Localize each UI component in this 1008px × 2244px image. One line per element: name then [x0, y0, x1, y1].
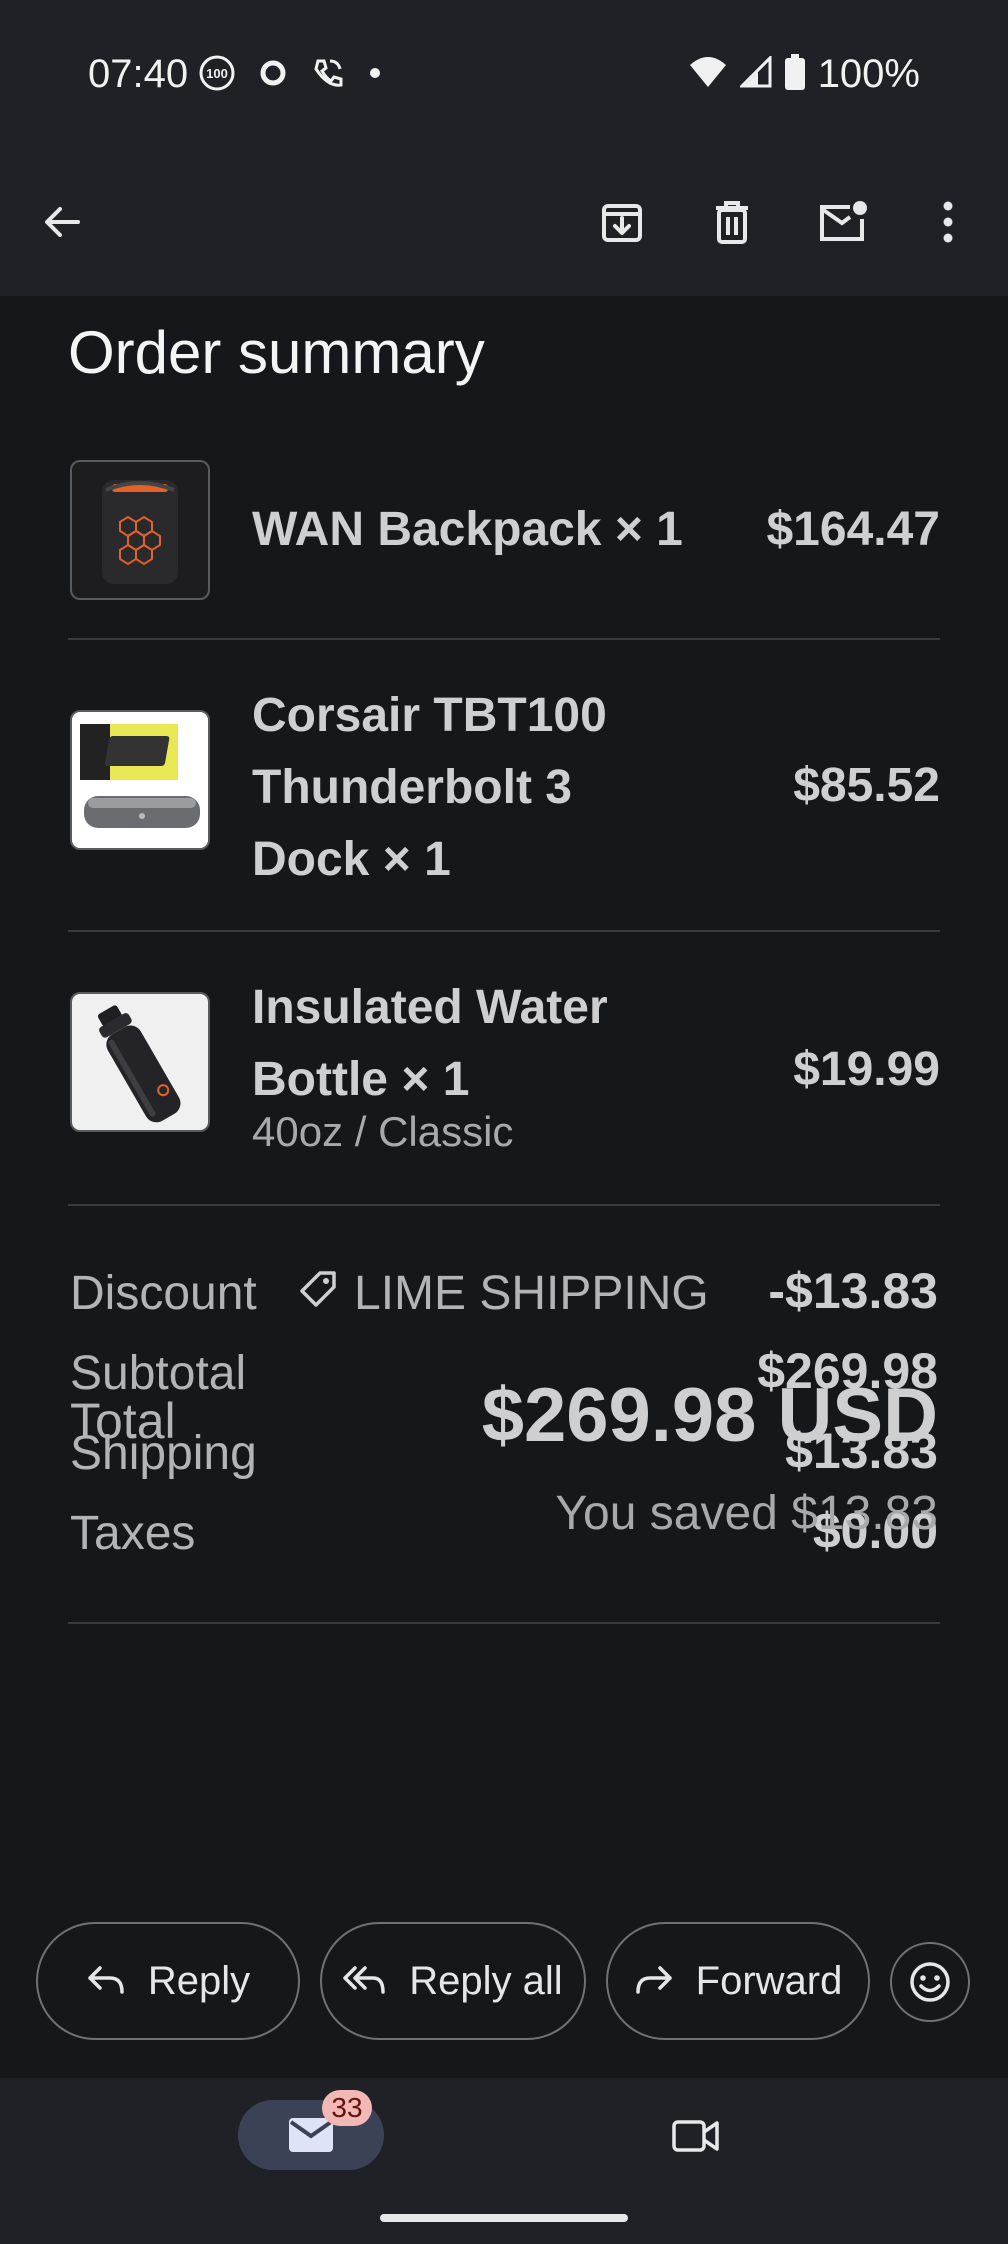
- reply-all-label: Reply all: [409, 1958, 563, 2003]
- divider: [68, 1622, 940, 1624]
- reply-button[interactable]: Reply: [36, 1922, 300, 2040]
- delete-button[interactable]: [704, 194, 760, 250]
- delete-icon: [716, 201, 748, 244]
- item-price: $164.47: [766, 503, 940, 556]
- item-price: $19.99: [793, 1043, 940, 1096]
- bottom-navigation: 33: [0, 2078, 1008, 2244]
- item-name-line: Thunderbolt 3: [252, 761, 572, 814]
- more-vert-icon: [943, 201, 953, 243]
- reply-label: Reply: [147, 1958, 251, 2003]
- circle-icon: [258, 58, 288, 93]
- mark-unread-icon: [820, 201, 867, 241]
- item-name: Corsair TBT100 Thunderbolt 3 Dock × 1: [252, 680, 607, 896]
- archive-button[interactable]: [594, 194, 650, 250]
- forward-icon: [635, 1966, 672, 1994]
- discount-value: -$13.83: [768, 1263, 938, 1319]
- dot-icon: [368, 66, 382, 85]
- reply-all-icon: [343, 1966, 386, 1994]
- total-label: Total: [70, 1393, 176, 1449]
- discount-label: Discount: [70, 1267, 257, 1320]
- item-variant: 40oz / Classic: [252, 1108, 514, 1155]
- discount-code-text: LIME SHIPPING: [354, 1267, 709, 1320]
- forward-button[interactable]: Forward: [606, 1922, 870, 2040]
- archive-icon: [602, 204, 642, 242]
- signal-icon: [738, 54, 772, 93]
- bottle-image: [70, 992, 210, 1132]
- emoji-icon: [910, 1962, 950, 2002]
- unread-count-badge: 33: [322, 2090, 372, 2126]
- back-arrow-icon: [45, 207, 80, 237]
- back-button[interactable]: [34, 194, 90, 250]
- item-name-line: Corsair TBT100: [252, 689, 607, 742]
- status-bar: 07:40 100 100%: [0, 0, 1008, 148]
- status-icons-right: 100%: [688, 52, 920, 97]
- email-toolbar: [0, 148, 1008, 296]
- item-name-line: Dock × 1: [252, 833, 451, 886]
- divider: [68, 1204, 940, 1206]
- video-camera-icon: [672, 2120, 719, 2152]
- order-item-backpack: WAN Backpack × 1 $164.47: [68, 460, 940, 600]
- backpack-image: [70, 460, 210, 600]
- home-indicator[interactable]: [380, 2214, 628, 2222]
- savings-text: You saved $13.83: [555, 1487, 938, 1540]
- item-name: WAN Backpack × 1: [252, 503, 683, 556]
- taxes-label: Taxes: [70, 1507, 196, 1560]
- forward-label: Forward: [695, 1958, 843, 2003]
- divider: [68, 638, 940, 640]
- svg-text:100: 100: [206, 66, 228, 81]
- reply-icon: [88, 1966, 124, 1994]
- dock-image: [70, 710, 210, 850]
- wifi-icon: [688, 55, 728, 94]
- discount-code: LIME SHIPPING: [298, 1266, 709, 1321]
- tag-icon: [298, 1266, 338, 1321]
- 100-badge-icon: 100: [198, 54, 236, 97]
- battery-icon: [784, 54, 806, 95]
- reply-all-button[interactable]: Reply all: [320, 1922, 586, 2040]
- item-name: Insulated Water Bottle × 1: [252, 972, 608, 1116]
- more-options-button[interactable]: [920, 194, 976, 250]
- status-time: 07:40: [88, 52, 189, 96]
- order-summary-heading: Order summary: [68, 319, 485, 386]
- meet-tab[interactable]: [666, 2108, 726, 2164]
- status-icons-left: 100: [198, 54, 382, 97]
- reply-actions: Reply Reply all Forward: [0, 1922, 1008, 2042]
- order-item-dock: Corsair TBT100 Thunderbolt 3 Dock × 1 $8…: [68, 680, 940, 900]
- mark-unread-button[interactable]: [814, 194, 870, 250]
- discount-row: Discount LIME SHIPPING -$13.83: [70, 1263, 938, 1326]
- battery-percent: 100%: [817, 52, 920, 96]
- emoji-reaction-button[interactable]: [890, 1942, 970, 2022]
- divider: [68, 930, 940, 932]
- order-item-bottle: Insulated Water Bottle × 1 40oz / Classi…: [68, 972, 940, 1172]
- total-value: $269.98 USD: [481, 1373, 938, 1458]
- item-name-line: Insulated Water: [252, 981, 608, 1034]
- item-price: $85.52: [793, 759, 940, 812]
- item-name-line: Bottle × 1: [252, 1053, 470, 1106]
- wifi-call-icon: [310, 55, 346, 96]
